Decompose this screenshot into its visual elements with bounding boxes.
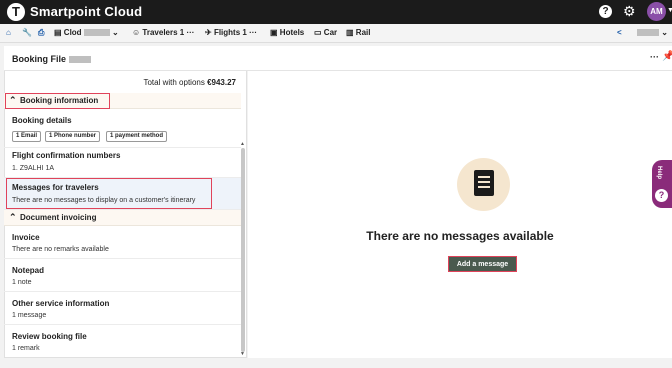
chip-phone[interactable]: 1 Phone number: [45, 131, 101, 142]
booking-details-row[interactable]: Booking details 1 Email 1 Phone number 1…: [4, 110, 241, 148]
nav-hotels[interactable]: ▣ Hotels: [270, 28, 304, 37]
booking-file-redacted: [68, 56, 91, 64]
highlight-messages: [6, 178, 212, 209]
hotel-icon: ▣: [270, 28, 278, 37]
other-service-subtitle: 1 message: [12, 312, 47, 319]
total-label: Total with options: [143, 78, 205, 87]
highlight-booking-information: [5, 93, 110, 109]
pnr-selector[interactable]: ▤ Clod ⌄: [54, 28, 119, 37]
booking-nav-bar: ⌂ 🔧 ⎙ ▤ Clod ⌄ ☺ Travelers 1 ··· ✈ Fligh…: [0, 24, 672, 43]
nav-rail[interactable]: ▥ Rail: [346, 28, 370, 37]
invoice-title: Invoice: [12, 233, 40, 242]
booking-file-header: Booking File ··· 📌: [4, 46, 672, 71]
nav-car[interactable]: ▭ Car: [314, 28, 337, 37]
more-options-icon[interactable]: ···: [650, 52, 659, 62]
app-logo: T: [7, 3, 25, 21]
chevron-down-icon: ⌄: [661, 28, 668, 37]
pin-icon[interactable]: 📌: [662, 51, 672, 62]
section-document-invoicing[interactable]: ⌃ Document invoicing: [4, 210, 241, 226]
scroll-down-arrow[interactable]: ▼: [240, 351, 245, 357]
booking-file-title: Booking File: [12, 54, 91, 64]
total-with-options: Total with options €943.27: [4, 78, 236, 87]
nav-car-label: Car: [323, 28, 338, 37]
flight-confirmation-row[interactable]: Flight confirmation numbers 1. Z9ALHI 1A: [4, 148, 241, 178]
nav-flights-label: Flights: [213, 28, 241, 37]
nav-travelers-count: 1: [179, 28, 185, 37]
right-panel: [248, 46, 672, 358]
nav-travelers-label: Travelers: [142, 28, 178, 37]
chip-payment[interactable]: 1 payment method: [106, 131, 168, 142]
pnr-redacted: [83, 29, 110, 37]
notepad-row[interactable]: Notepad 1 note: [4, 259, 241, 292]
section-document-invoicing-label: Document invoicing: [20, 213, 97, 222]
avatar[interactable]: AM: [647, 2, 666, 21]
chevron-down-icon[interactable]: ▼: [667, 7, 672, 14]
top-bar: T Smartpoint Cloud ? ⚙ AM ▼: [0, 0, 672, 24]
user-selector[interactable]: ⌄: [637, 28, 668, 37]
flight-confirmation-value: 1. Z9ALHI 1A: [12, 165, 55, 172]
user-icon: ☺: [132, 28, 141, 37]
empty-state-text: There are no messages available: [366, 229, 554, 243]
gear-icon[interactable]: ⚙: [623, 3, 636, 20]
share-icon[interactable]: <: [617, 28, 622, 37]
more-icon: ···: [186, 28, 195, 37]
nav-flights[interactable]: ✈ Flights 1 ···: [205, 28, 257, 37]
review-title: Review booking file: [12, 332, 87, 341]
chip-email[interactable]: 1 Email: [12, 131, 42, 142]
help-question-icon: ?: [655, 189, 668, 202]
review-subtitle: 1 remark: [12, 345, 40, 352]
car-icon: ▭: [314, 28, 322, 37]
add-message-button[interactable]: Add a message: [448, 256, 517, 272]
invoice-row[interactable]: Invoice There are no remarks available: [4, 226, 241, 259]
more-icon: ···: [249, 28, 258, 37]
other-service-row[interactable]: Other service information 1 message: [4, 292, 241, 325]
home-icon[interactable]: ⌂: [6, 28, 11, 37]
chevron-down-icon: ⌄: [112, 28, 119, 37]
invoice-subtitle: There are no remarks available: [12, 246, 109, 253]
user-redacted: [637, 29, 659, 37]
scrollbar-thumb[interactable]: [241, 148, 245, 352]
plane-icon: ✈: [205, 28, 212, 37]
app-title: Smartpoint Cloud: [30, 4, 143, 19]
chevron-up-icon: ⌃: [9, 212, 17, 222]
help-tab[interactable]: Help ?: [652, 160, 672, 208]
booking-file-title-text: Booking File: [12, 54, 66, 64]
flight-confirmation-title: Flight confirmation numbers: [12, 151, 121, 160]
help-tab-label: Help: [656, 166, 662, 180]
nav-hotels-label: Hotels: [279, 28, 305, 37]
notepad-title: Notepad: [12, 266, 44, 275]
rail-icon: ▥: [346, 28, 354, 37]
wrench-icon[interactable]: 🔧: [22, 28, 32, 37]
other-service-title: Other service information: [12, 299, 110, 308]
nav-travelers[interactable]: ☺ Travelers 1 ···: [132, 28, 194, 37]
file-icon: ▤: [54, 28, 62, 37]
review-booking-row[interactable]: Review booking file 1 remark: [4, 325, 241, 356]
booking-details-title: Booking details: [12, 116, 72, 125]
total-value: €943.27: [207, 78, 236, 87]
nav-flights-count: 1: [242, 28, 247, 37]
scroll-up-arrow[interactable]: ▲: [240, 141, 245, 147]
nav-rail-label: Rail: [355, 28, 371, 37]
document-icon: [474, 170, 494, 196]
notepad-subtitle: 1 note: [12, 279, 32, 286]
pnr-prefix: Clod: [63, 28, 82, 37]
help-icon[interactable]: ?: [599, 5, 612, 18]
printer-icon[interactable]: ⎙: [38, 28, 44, 38]
